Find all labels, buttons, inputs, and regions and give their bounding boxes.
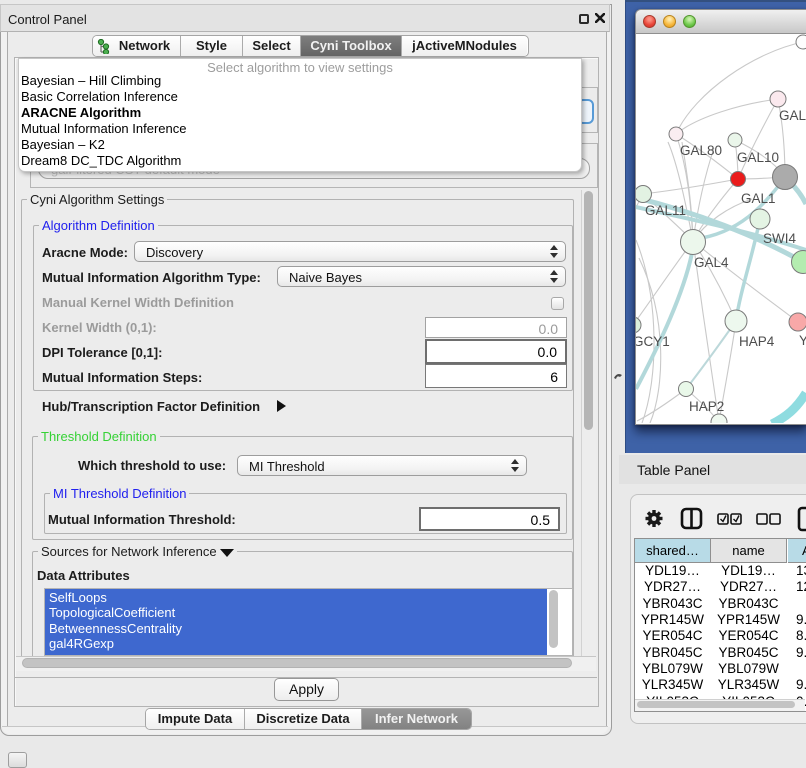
svg-text:GAL80: GAL80	[680, 143, 722, 158]
svg-text:GAL11: GAL11	[645, 203, 686, 218]
svg-text:GAL10: GAL10	[737, 150, 779, 165]
svg-text:HAP2: HAP2	[689, 399, 724, 414]
svg-text:Y: Y	[799, 333, 806, 348]
svg-text:GAL: GAL	[779, 108, 806, 123]
svg-text:HAP4: HAP4	[739, 334, 775, 349]
svg-text:GAL4: GAL4	[694, 255, 729, 270]
svg-text:SWI4: SWI4	[763, 231, 796, 246]
svg-text:GAL1: GAL1	[741, 191, 776, 206]
svg-text:GCY1: GCY1	[636, 334, 670, 349]
